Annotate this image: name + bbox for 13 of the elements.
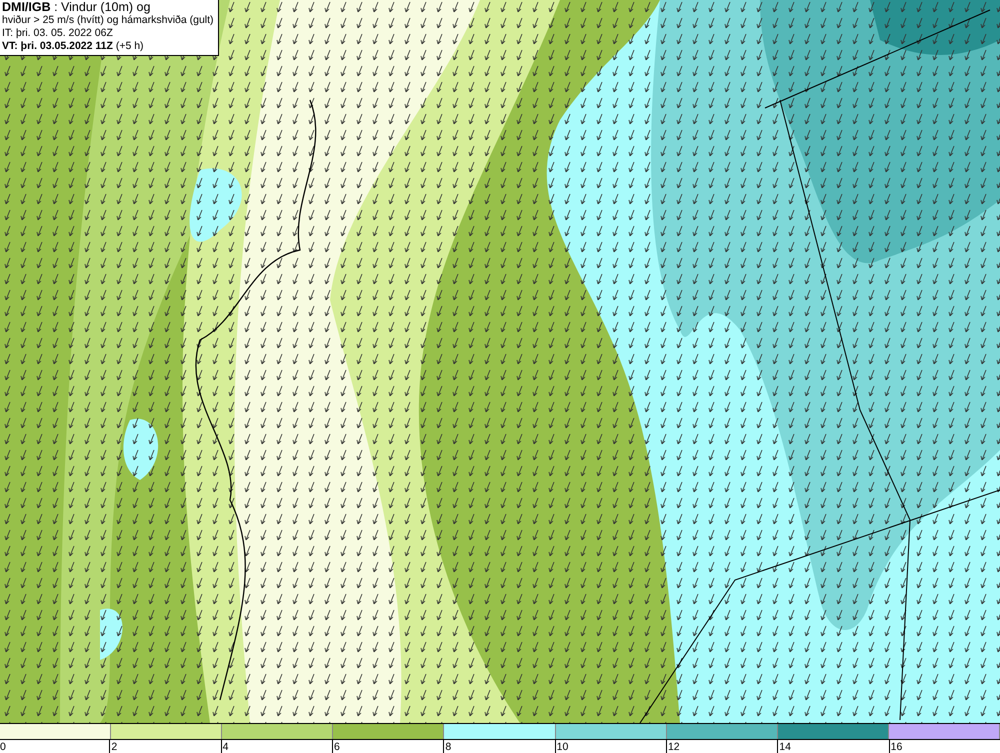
title-line: DMI/IGB : Vindur (10m) og bbox=[2, 1, 152, 14]
legend-tick-label: 4 bbox=[222, 741, 228, 753]
legend-tick-label: 12 bbox=[668, 741, 680, 753]
legend-tick-label: 16 bbox=[890, 741, 902, 753]
legend-tick-label: 14 bbox=[779, 741, 791, 753]
legend-tick-label: 10 bbox=[556, 741, 568, 753]
title-line: hviður > 25 m/s (hvítt) og hámarkshviða (gult) bbox=[2, 14, 214, 27]
legend-tick-label: 0 bbox=[0, 741, 6, 753]
title-line: IT: þri. 03. 05. 2022 06Z bbox=[2, 27, 114, 40]
legend-tick-label: 2 bbox=[111, 741, 118, 753]
legend-tick-label: 8 bbox=[445, 741, 452, 753]
title-line: VT: þri. 03.05.2022 11Z (+5 h) bbox=[2, 40, 145, 53]
legend-tick-label: 6 bbox=[334, 741, 340, 753]
